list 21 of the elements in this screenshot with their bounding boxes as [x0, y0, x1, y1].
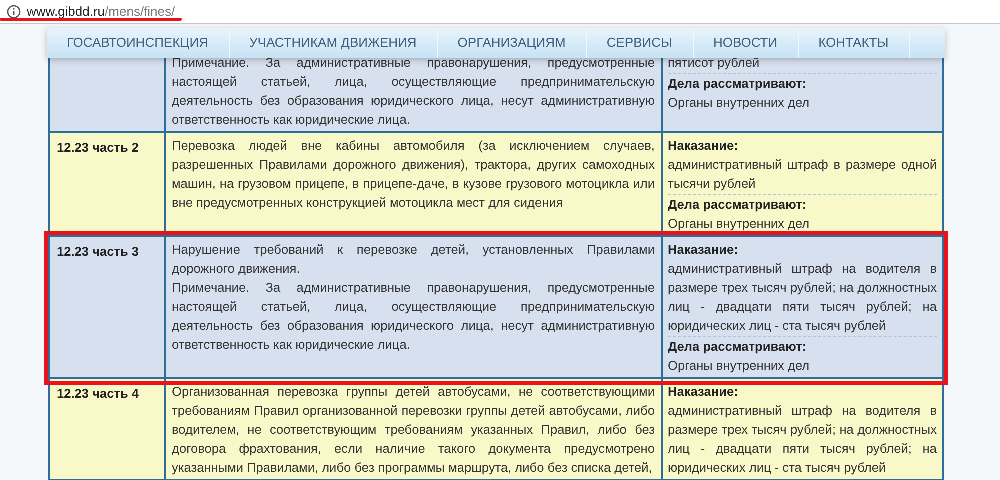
info-icon[interactable] — [7, 4, 21, 18]
violation-description: Перевозка людей вне кабины автомобиля (за исключением случаев, разрешенных Правилами дорожного движения), трактора, других самоходных машин, на грузовом прицепе, в прицепе-даче, в кузове грузового мотоцикла или вне предусмотренных конструкцией мотоцикла мест для сидения — [172, 137, 655, 212]
penalty-label: Наказание: — [668, 137, 740, 155]
url-text[interactable]: www.gibdd.ru/mens/fines/ — [27, 2, 176, 22]
violation-description: Организованная перевозка группы детей автобусами, не соответствующими требованиям Правил организованной перевозки группы детей автобусами, либо водителем, не соответствующим требованиям указанных Правил, либо без договора фрахтования, если наличие такого документа предусмотрено указанными Правилами, либо без программы маршрута, либо без списка детей, — [172, 383, 655, 477]
authority-text: Органы внутренних дел — [668, 215, 811, 233]
violation-description: Нарушение требований к перевозке детей, установленных Правилами дорожного движения. — [172, 241, 655, 278]
penalty-text: административный штраф на водителя в размере трех тысяч рублей; на должностных лиц - двадцати пяти тысяч рублей; на юридических лиц - ста тысяч рублей — [668, 402, 937, 477]
authority-label: Дела рассматривают: — [668, 75, 808, 93]
penalty-label: Наказание: — [668, 383, 740, 401]
authority-label: Дела рассматривают: — [668, 338, 808, 356]
penalty-label: Наказание: — [668, 241, 740, 259]
penalty-text: административный штраф на водителя в размере трех тысяч рублей; на должностных лиц - двадцати пяти тысяч рублей; на юридических лиц - ста тысяч рублей — [668, 260, 937, 335]
article-number: 12.23 часть 3 — [57, 244, 140, 259]
authority-text: Органы внутренних дел — [668, 94, 811, 112]
authority-label: Дела рассматривают: — [668, 196, 808, 214]
penalty-text: административный штраф в размере одной тысячи рублей — [668, 156, 937, 193]
article-number: 12.23 часть 4 — [57, 386, 140, 401]
violation-description: Примечание. За административные правонарушения, предусмотренные настоящей статьей, лица, осуществляющие предпринимательскую деятельность без образования юридического лица, несут административную ответственность как юридические лица. — [172, 279, 655, 354]
authority-text: Органы внутренних дел — [668, 357, 811, 375]
article-number: 12.23 часть 2 — [57, 140, 140, 155]
